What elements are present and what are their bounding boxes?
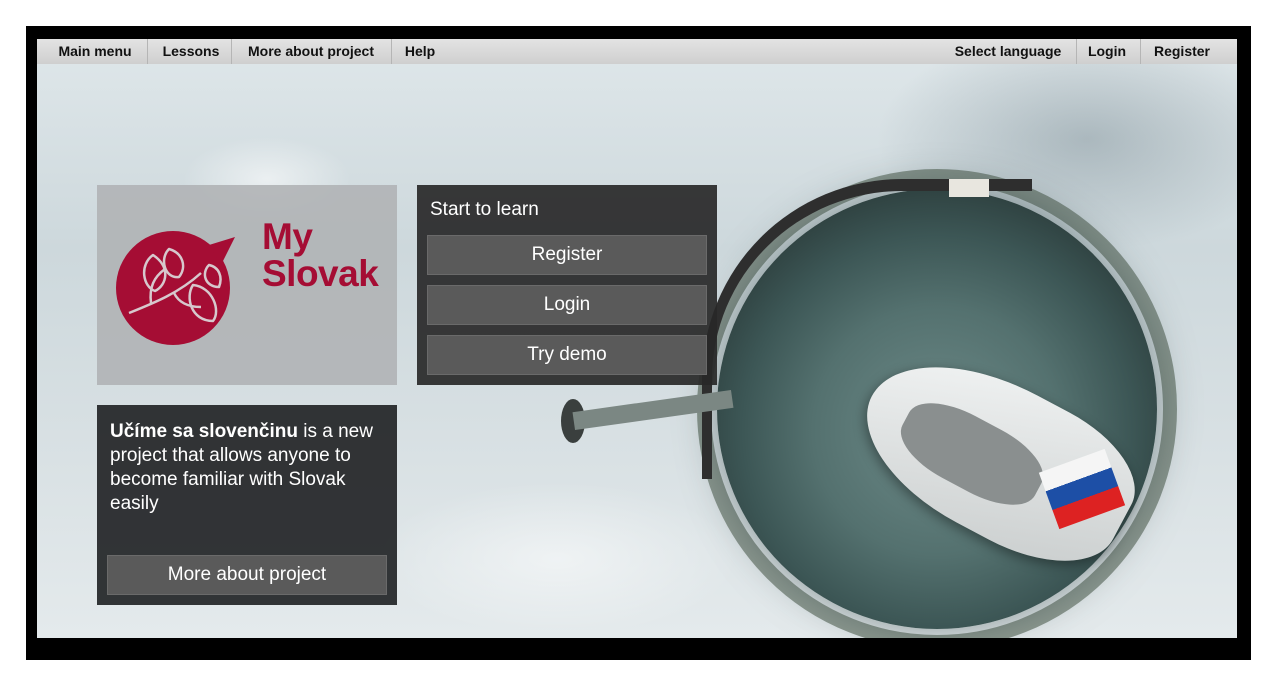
project-name: Učíme sa slovenčinu <box>110 421 298 442</box>
menu-main-menu[interactable]: Main menu <box>47 39 143 64</box>
start-panel: Start to learn Register Login Try demo <box>417 185 717 385</box>
leaf-logo-icon <box>116 231 235 345</box>
menu-divider <box>147 39 148 64</box>
menu-divider <box>1076 39 1077 64</box>
menu-divider <box>231 39 232 64</box>
logo-line-2: Slovak <box>262 253 379 294</box>
logo-panel: My Slovak <box>97 185 397 385</box>
background-castle <box>949 179 989 197</box>
menu-select-language[interactable]: Select language <box>945 39 1071 64</box>
top-menu-bar: Main menu Lessons More about project Hel… <box>37 39 1237 64</box>
menu-register[interactable]: Register <box>1145 39 1219 64</box>
menu-lessons[interactable]: Lessons <box>151 39 231 64</box>
menu-divider <box>391 39 392 64</box>
try-demo-button[interactable]: Try demo <box>427 335 707 375</box>
login-button[interactable]: Login <box>427 285 707 325</box>
more-about-project-button[interactable]: More about project <box>107 555 387 595</box>
menu-more-about-project[interactable]: More about project <box>235 39 387 64</box>
logo-wordmark: My Slovak <box>262 216 379 294</box>
start-title: Start to learn <box>430 199 539 220</box>
menu-help[interactable]: Help <box>395 39 445 64</box>
project-info-panel: Učíme sa slovenčinu is a new project tha… <box>97 405 397 605</box>
main-screen: Main menu Lessons More about project Hel… <box>37 39 1237 638</box>
register-button[interactable]: Register <box>427 235 707 275</box>
project-description: Učíme sa slovenčinu is a new project tha… <box>110 420 390 516</box>
menu-divider <box>1140 39 1141 64</box>
menu-login[interactable]: Login <box>1079 39 1135 64</box>
logo-line-1: My <box>262 216 313 257</box>
